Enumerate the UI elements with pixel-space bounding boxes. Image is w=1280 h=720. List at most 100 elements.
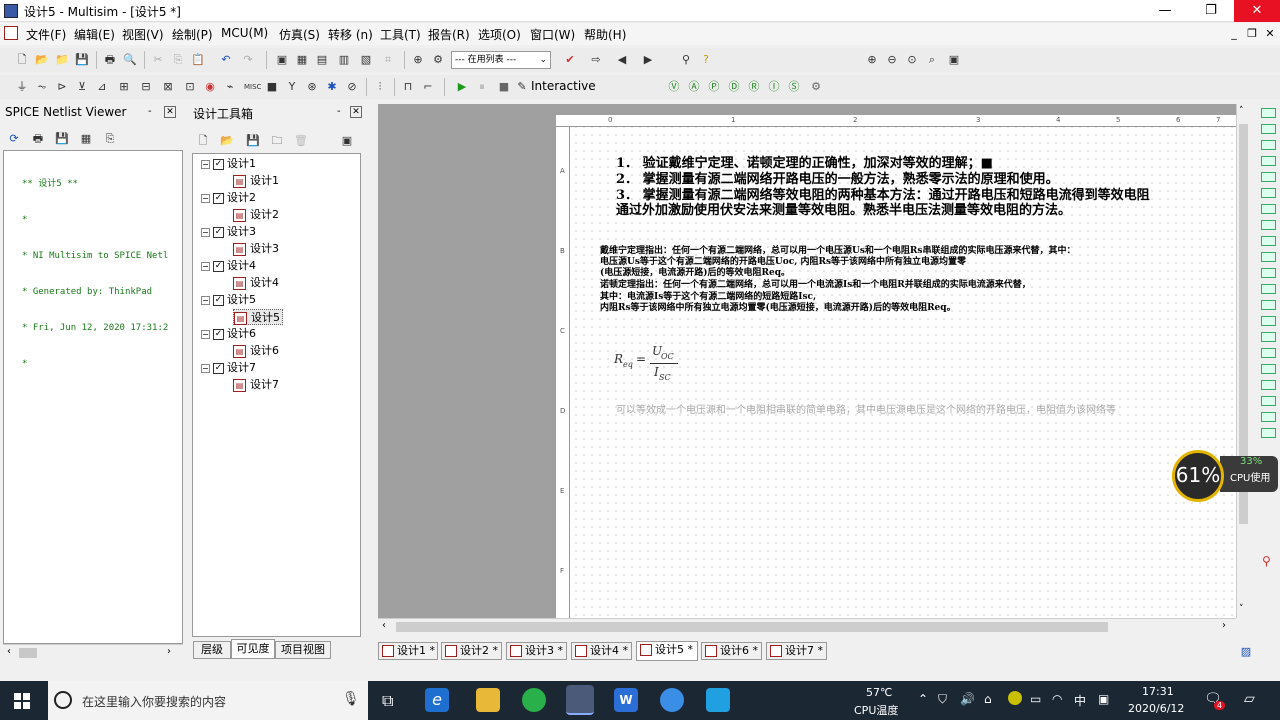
app-blue-icon[interactable]	[660, 688, 684, 712]
place-power-icon[interactable]: ⌁	[222, 79, 238, 95]
minimize-button[interactable]: —	[1142, 0, 1188, 22]
probe-differential-icon[interactable]: Ⓓ	[726, 79, 742, 95]
tree-item-design3[interactable]: − ✓ 设计3	[201, 224, 256, 240]
menu-reports[interactable]: 报告(R)	[428, 26, 470, 43]
project-icon[interactable]: ▣	[339, 133, 355, 149]
postprocessor-icon[interactable]: ▥	[336, 52, 352, 68]
tree-subitem-design4[interactable]: ▤ 设计4	[233, 275, 279, 291]
open-folder-icon[interactable]: 📂	[34, 52, 50, 68]
save-design-icon[interactable]: 💾	[245, 133, 261, 149]
taskbar-search-box[interactable]: 在这里输入你要搜索的内容 🎙	[48, 681, 368, 720]
app-green-icon[interactable]	[522, 688, 546, 712]
place-misc-icon[interactable]: MISC	[244, 79, 261, 95]
menu-help[interactable]: 帮助(H)	[584, 26, 626, 43]
tree-item-design4[interactable]: − ✓ 设计4	[201, 258, 256, 274]
doc-tab-design5-active[interactable]: 设计5 *	[636, 641, 698, 661]
collapse-icon[interactable]: −	[201, 261, 210, 271]
probe-reference-icon[interactable]: Ⓡ	[746, 79, 762, 95]
multimeter-icon[interactable]	[1261, 108, 1276, 118]
function-generator-icon[interactable]	[1261, 124, 1276, 134]
paste-icon[interactable]: 📋	[190, 52, 206, 68]
theory-line-6[interactable]: 内阻Rs等于该网络中所有独立电源均置零(电压源短接，电流源开路)后的等效电阻Re…	[600, 300, 956, 313]
menu-edit[interactable]: 编辑(E)	[74, 26, 115, 43]
task-view-icon[interactable]: ⧉	[382, 691, 393, 711]
workspace-vertical-scrollbar[interactable]: ˄ ˅	[1236, 104, 1250, 618]
frequency-counter-icon[interactable]	[1261, 204, 1276, 214]
scroll-up-icon[interactable]: ˄	[1239, 106, 1244, 116]
run-simulation-icon[interactable]: ▶	[454, 79, 470, 95]
print-icon[interactable]: 🖶	[102, 52, 118, 68]
in-use-list-select[interactable]: --- 在用列表 --- ⌄	[451, 51, 551, 69]
menu-view[interactable]: 视图(V)	[122, 26, 164, 43]
place-indicator-icon[interactable]: ◉	[202, 79, 218, 95]
restore-button[interactable]: ❐	[1188, 0, 1234, 22]
checkbox-icon[interactable]: ✓	[213, 192, 224, 204]
scroll-down-icon[interactable]: ˅	[1239, 604, 1244, 614]
place-peripheral-icon[interactable]: ■	[264, 79, 280, 95]
menu-tools[interactable]: 工具(T)	[380, 26, 421, 43]
interactive-label[interactable]: Interactive	[531, 79, 596, 93]
tree-subitem-design3[interactable]: ▤ 设计3	[233, 241, 279, 257]
document-icon[interactable]	[4, 26, 18, 40]
tray-yellow-icon[interactable]	[1008, 691, 1022, 705]
checkbox-icon[interactable]: ✓	[213, 328, 224, 340]
weather-label[interactable]: CPU温度	[854, 702, 898, 718]
status-icon[interactable]: ▨	[1238, 644, 1254, 660]
zoom-full-icon[interactable]: ▣	[946, 52, 962, 68]
scroll-thumb[interactable]	[19, 648, 37, 658]
redo-icon[interactable]: ↷	[240, 52, 256, 68]
place-analog-icon[interactable]: ⊿	[94, 79, 110, 95]
delete-design-icon[interactable]: 🗑	[293, 133, 309, 149]
probe-settings-icon[interactable]: Ⓢ	[786, 79, 802, 95]
place-electromech-icon[interactable]: ⊛	[304, 79, 320, 95]
formula-req[interactable]: R eq = U OC I SC	[612, 344, 682, 384]
menu-file[interactable]: 文件(F)	[26, 26, 66, 43]
tektronix-oscilloscope-icon[interactable]	[1261, 380, 1276, 390]
tab-hierarchy[interactable]: 层级	[193, 641, 231, 659]
tree-subitem-design5-selected[interactable]: ▤ 设计5	[233, 309, 283, 325]
weather-temp[interactable]: 57℃	[866, 686, 892, 699]
menu-mcu[interactable]: MCU(M)	[221, 26, 268, 40]
oscilloscope-icon[interactable]	[1261, 156, 1276, 166]
current-clamp-icon[interactable]	[1261, 428, 1276, 438]
mdi-close-icon[interactable]: ✕	[1262, 27, 1278, 41]
tab-visibility[interactable]: 可见度	[231, 639, 275, 659]
netlist-text-area[interactable]: ** 设计5 ** * * NI Multisim to SPICE Netl …	[3, 150, 183, 644]
select-all-icon[interactable]: ▦	[78, 131, 94, 147]
tray-expand-icon[interactable]: ⌃	[918, 692, 928, 706]
iv-analyzer-icon[interactable]	[1261, 268, 1276, 278]
collapse-icon[interactable]: −	[201, 363, 210, 373]
copy-icon[interactable]: ⎘	[170, 52, 186, 68]
place-rf-icon[interactable]: Y	[284, 79, 300, 95]
save-icon[interactable]: 💾	[74, 52, 90, 68]
four-channel-oscilloscope-icon[interactable]	[1261, 172, 1276, 182]
wifi-icon[interactable]: ◠	[1052, 692, 1062, 706]
checkbox-icon[interactable]: ✓	[213, 362, 224, 374]
collapse-icon[interactable]: −	[201, 227, 210, 237]
database-icon[interactable]: ▧	[358, 52, 374, 68]
probe-power-icon[interactable]: Ⓟ	[706, 79, 722, 95]
zoom-area-icon[interactable]: ⊙	[904, 52, 920, 68]
menu-transfer[interactable]: 转移 (n)	[328, 26, 373, 43]
agilent-generator-icon[interactable]	[1261, 332, 1276, 342]
refresh-icon[interactable]: ⟳	[6, 131, 22, 147]
wps-writer-icon[interactable]: W	[614, 688, 638, 712]
clock-date[interactable]: 2020/6/12	[1128, 702, 1184, 715]
forward-annotate-icon[interactable]: ▶	[640, 52, 656, 68]
ni-elvismx-icon[interactable]	[1261, 412, 1276, 422]
place-component-icon[interactable]: ⊕	[410, 52, 426, 68]
pause-simulation-icon[interactable]: ⏸	[474, 79, 490, 95]
tree-item-design2[interactable]: − ✓ 设计2	[201, 190, 256, 206]
doc-tab-design7[interactable]: 设计7 *	[766, 642, 827, 660]
word-generator-icon[interactable]	[1261, 220, 1276, 230]
doc-tab-design2[interactable]: 设计2 *	[441, 642, 502, 660]
checkbox-icon[interactable]: ✓	[213, 226, 224, 238]
close-button[interactable]: ✕	[1234, 0, 1280, 22]
ime-indicator[interactable]: 中	[1074, 692, 1086, 709]
toggle-fullscreen-icon[interactable]: ▣	[274, 52, 290, 68]
circuit-wizard-icon[interactable]: ⚙	[430, 52, 446, 68]
erc-icon[interactable]: ✔	[562, 52, 578, 68]
panel-pin-icon[interactable]: -	[337, 106, 341, 117]
bode-plotter-icon[interactable]	[1261, 188, 1276, 198]
back-annotate-icon[interactable]: ◀	[614, 52, 630, 68]
